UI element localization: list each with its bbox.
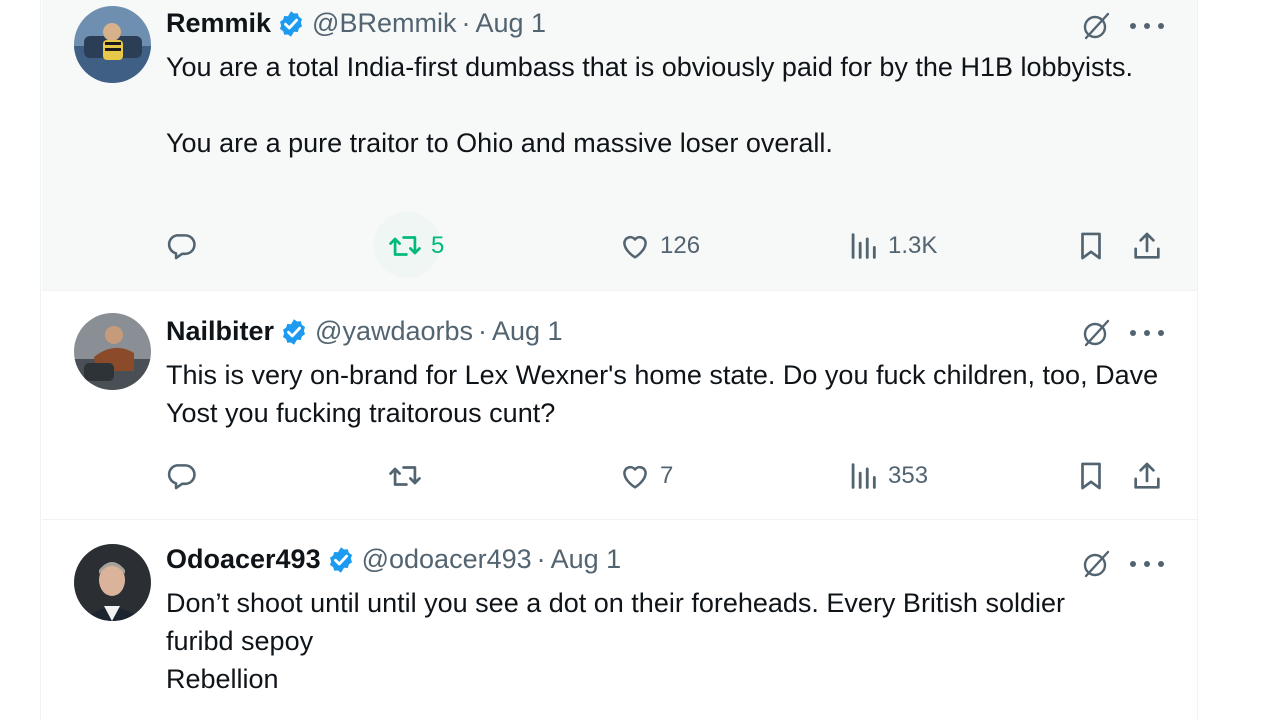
like-button[interactable]: 7 — [618, 456, 673, 496]
timestamp[interactable]: Aug 1 — [475, 8, 546, 39]
separator: · — [536, 544, 546, 574]
timestamp[interactable]: Aug 1 — [551, 544, 622, 575]
tweet-header: Nailbiter @yawdaorbs · Aug 1 — [166, 316, 563, 347]
tweet-line: furibd sepoy — [166, 626, 314, 656]
reply-icon — [167, 234, 196, 260]
tweet-paragraph: You are a pure traitor to Ohio and massi… — [166, 128, 833, 158]
verified-badge-icon[interactable] — [276, 9, 306, 39]
reply-button[interactable] — [164, 456, 198, 496]
heart-icon — [623, 465, 647, 489]
tweet-paragraph: You are a total India-first dumbass that… — [166, 52, 1134, 82]
display-name[interactable]: Remmik — [166, 8, 271, 39]
view-count: 353 — [888, 462, 929, 489]
timestamp[interactable]: Aug 1 — [492, 316, 563, 347]
retweet-icon — [389, 466, 421, 486]
heart-icon — [623, 235, 647, 259]
views-button[interactable]: 353 — [846, 456, 928, 496]
user-handle[interactable]: @yawdaorbs — [315, 316, 473, 347]
share-icon — [1134, 232, 1160, 259]
right-column-edge — [1197, 0, 1280, 720]
avatar[interactable] — [74, 313, 151, 390]
reply-button[interactable] — [164, 226, 198, 266]
tweet-actions: 5 126 1.3K — [42, 212, 1197, 278]
retweet-button[interactable] — [387, 456, 423, 496]
like-count: 126 — [660, 232, 701, 259]
retweet-button[interactable]: 5 — [387, 226, 444, 266]
retweet-icon — [389, 236, 421, 256]
views-chart-icon — [851, 233, 876, 259]
like-button[interactable]: 126 — [618, 226, 700, 266]
grok-icon[interactable] — [1080, 548, 1112, 580]
views-button[interactable]: 1.3K — [846, 226, 937, 266]
reply-icon — [167, 464, 196, 490]
retweet-count: 5 — [431, 232, 445, 259]
more-icon[interactable] — [1130, 554, 1164, 574]
tweet-header: Odoacer493 @odoacer493 · Aug 1 — [166, 544, 621, 575]
tweet-actions: 7 353 — [42, 456, 1197, 496]
user-handle[interactable]: @BRemmik — [312, 8, 456, 39]
grok-icon[interactable] — [1080, 317, 1112, 349]
bookmark-button[interactable] — [1074, 226, 1108, 266]
bookmark-icon — [1081, 462, 1101, 490]
tweet-text: Don’t shoot until until you see a dot on… — [166, 584, 1176, 698]
more-icon[interactable] — [1130, 16, 1164, 36]
bookmark-button[interactable] — [1074, 456, 1108, 496]
tweet-paragraph: This is very on-brand for Lex Wexner's h… — [166, 360, 1159, 428]
share-icon — [1134, 462, 1160, 489]
share-button[interactable] — [1130, 456, 1164, 496]
separator: · — [461, 8, 471, 38]
more-icon[interactable] — [1130, 323, 1164, 343]
avatar[interactable] — [74, 6, 151, 83]
tweet-line: Rebellion — [166, 664, 279, 694]
left-column-edge — [0, 0, 41, 720]
avatar[interactable] — [74, 544, 151, 621]
user-handle[interactable]: @odoacer493 — [362, 544, 532, 575]
tweet-line: Don’t shoot until until you see a dot on… — [166, 588, 1065, 618]
tweet-text: You are a total India-first dumbass that… — [166, 48, 1176, 162]
tweet-header: Remmik @BRemmik · Aug 1 — [166, 8, 546, 39]
share-button[interactable] — [1130, 226, 1164, 266]
tweet-text: This is very on-brand for Lex Wexner's h… — [166, 356, 1176, 432]
bookmark-icon — [1081, 232, 1101, 260]
reply-tweet[interactable]: Nailbiter @yawdaorbs · Aug 1 This is ver… — [42, 290, 1197, 519]
separator: · — [478, 316, 488, 346]
reply-tweet[interactable]: Odoacer493 @odoacer493 · Aug 1 Don’t sho… — [42, 519, 1197, 720]
verified-badge-icon[interactable] — [279, 317, 309, 347]
grok-icon[interactable] — [1080, 10, 1112, 42]
display-name[interactable]: Odoacer493 — [166, 544, 321, 575]
view-count: 1.3K — [888, 232, 938, 259]
views-chart-icon — [851, 463, 876, 489]
reply-tweet[interactable]: Remmik @BRemmik · Aug 1 You are a total … — [42, 0, 1197, 290]
like-count: 7 — [660, 462, 674, 489]
display-name[interactable]: Nailbiter — [166, 316, 274, 347]
verified-badge-icon[interactable] — [326, 545, 356, 575]
